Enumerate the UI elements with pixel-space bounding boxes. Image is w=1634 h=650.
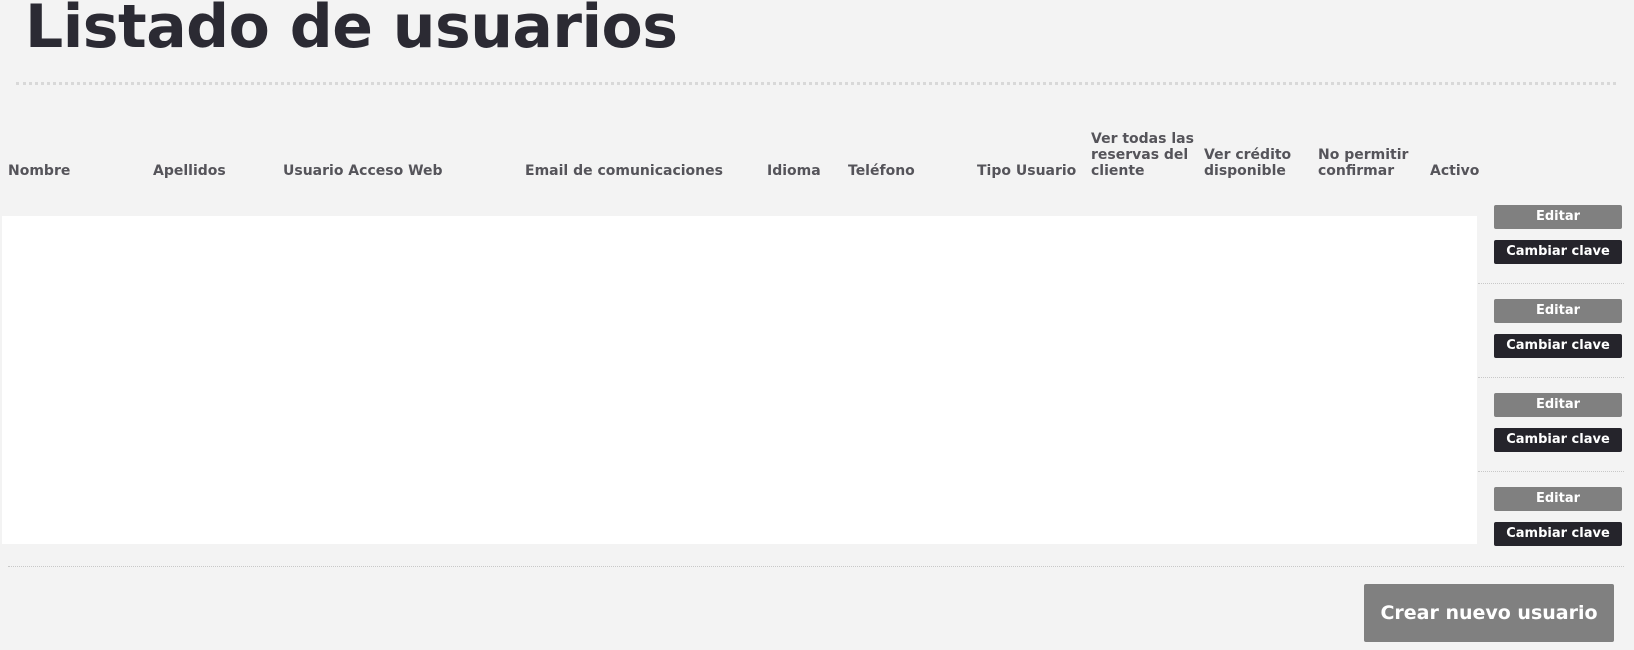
- row-divider: [1478, 471, 1624, 472]
- edit-button[interactable]: Editar: [1494, 205, 1622, 229]
- title-divider: [16, 82, 1616, 85]
- change-password-button[interactable]: Cambiar clave: [1494, 522, 1622, 546]
- change-password-button[interactable]: Cambiar clave: [1494, 428, 1622, 452]
- column-header-no-permitir-confirmar: No permitir confirmar: [1318, 147, 1409, 179]
- row-divider: [1478, 377, 1624, 378]
- column-header-ver-credito: Ver crédito disponible: [1204, 147, 1292, 179]
- bottom-divider: [8, 566, 1624, 567]
- column-header-ver-reservas: Ver todas las reservas del cliente: [1091, 131, 1194, 179]
- column-header-activo: Activo: [1430, 163, 1480, 179]
- column-header-idioma: Idioma: [767, 163, 821, 179]
- column-header-apellidos: Apellidos: [153, 163, 226, 179]
- page-title: Listado de usuarios: [25, 0, 678, 62]
- edit-button[interactable]: Editar: [1494, 393, 1622, 417]
- column-header-tipo-usuario: Tipo Usuario: [977, 163, 1077, 179]
- column-header-usuario-acceso-web: Usuario Acceso Web: [283, 163, 443, 179]
- column-header-telefono: Teléfono: [848, 163, 915, 179]
- change-password-button[interactable]: Cambiar clave: [1494, 334, 1622, 358]
- change-password-button[interactable]: Cambiar clave: [1494, 240, 1622, 264]
- edit-button[interactable]: Editar: [1494, 487, 1622, 511]
- column-header-email: Email de comunicaciones: [525, 163, 723, 179]
- edit-button[interactable]: Editar: [1494, 299, 1622, 323]
- create-user-button[interactable]: Crear nuevo usuario: [1364, 584, 1614, 642]
- table-body: [2, 216, 1477, 544]
- row-divider: [1478, 283, 1624, 284]
- column-header-nombre: Nombre: [8, 163, 71, 179]
